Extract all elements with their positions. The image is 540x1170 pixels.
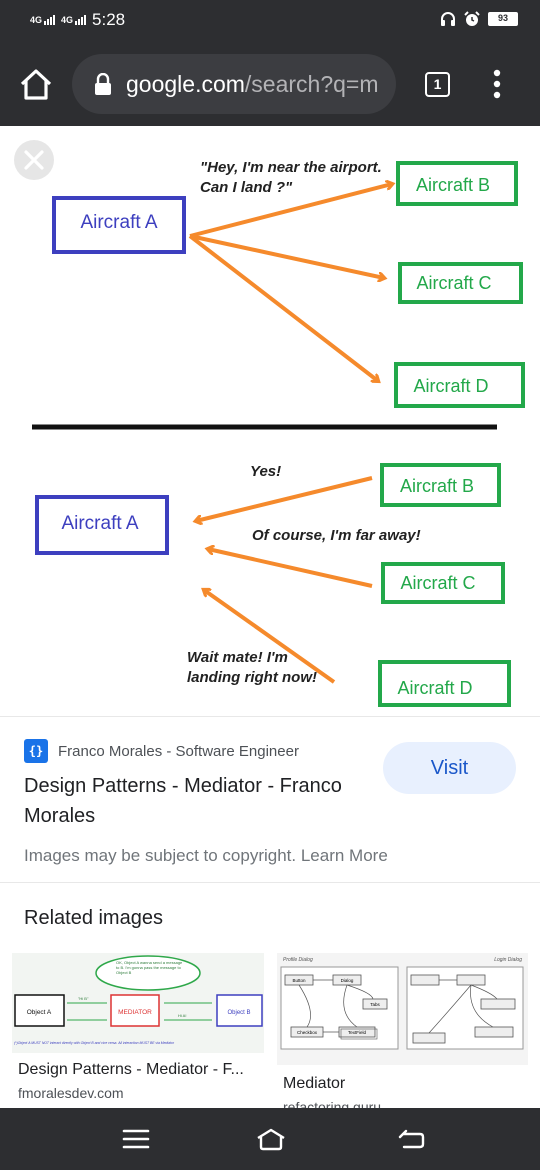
related-thumb-1-image: OK, Object A wanna send a message to B. … (14, 955, 263, 1045)
url-path: /search?q=m (244, 70, 379, 97)
top-aircraft-c-label: Aircraft C (416, 273, 491, 293)
thumb-1-object-a: Object A (27, 1009, 52, 1016)
tab-switcher-icon[interactable]: 1 (425, 72, 450, 97)
system-nav-bar (0, 1108, 540, 1170)
copyright-notice[interactable]: Images may be subject to copyright. Lear… (24, 846, 388, 866)
thumb-1-hi-b: "Hi B" (78, 996, 89, 1001)
top-aircraft-d-label: Aircraft D (413, 376, 488, 396)
reply-c-text: Of course, I'm far away! (252, 527, 421, 544)
image-viewer: "Hey, I'm near the airport. Can I land ?… (0, 126, 540, 716)
thumb-2-checkbox: Checkbox (297, 1030, 318, 1035)
site-favicon-icon: {} (24, 739, 48, 763)
thumb-2-left-caption: Profile Dialog (283, 957, 313, 963)
alarm-icon (464, 11, 480, 26)
related-thumb-2-image: Profile Dialog Login Dialog Button Dialo… (280, 957, 524, 1050)
headphones-icon (441, 12, 455, 26)
thumb-2-dialog: Dialog (341, 978, 354, 983)
close-button[interactable] (14, 140, 54, 180)
bottom-aircraft-d-label: Aircraft D (397, 678, 472, 698)
url-bar[interactable]: google.com/search?q=m (72, 54, 396, 114)
mediator-diagram-image: "Hey, I'm near the airport. Can I land ?… (32, 159, 525, 707)
reply-d-text-line-2: landing right now! (187, 669, 317, 686)
signal-icon-2: 4G (61, 15, 87, 25)
home-nav-icon[interactable] (255, 1127, 287, 1151)
result-title[interactable]: Design Patterns - Mediator - Franco Mora… (24, 771, 354, 831)
status-bar: 4G 4G 5:28 93 (0, 0, 540, 42)
battery-icon: 93 (488, 12, 518, 26)
thumb-2-textfield: TextField (348, 1030, 367, 1035)
image-result-info: {} Franco Morales - Software Engineer De… (0, 716, 540, 882)
bottom-aircraft-c-label: Aircraft C (400, 573, 475, 593)
more-vert-icon[interactable] (490, 69, 504, 99)
thumb-2-tabs: Tabs (370, 1002, 380, 1007)
thumb-1-mediator: MEDIATOR (118, 1009, 152, 1016)
home-icon[interactable] (18, 66, 54, 102)
lock-icon (95, 73, 111, 95)
related-thumb-1[interactable]: OK, Object A wanna send a message to B. … (12, 953, 264, 1053)
recents-menu-icon[interactable] (122, 1127, 150, 1151)
related-images: Related images OK, Object A wanna send a… (0, 882, 540, 1108)
related-heading: Related images (24, 907, 163, 929)
top-message-line-2: Can I land ?" (200, 179, 293, 196)
battery-level: 93 (497, 13, 508, 23)
bottom-aircraft-a-label: Aircraft A (61, 513, 138, 534)
tab-count: 1 (433, 76, 442, 92)
related-thumb-2[interactable]: Profile Dialog Login Dialog Button Dialo… (277, 953, 528, 1065)
network-type-1: 4G (30, 15, 43, 25)
bottom-arrow-from-c (208, 549, 373, 588)
related-item-2-source: refactoring.guru (283, 1099, 382, 1108)
close-icon (24, 150, 44, 170)
thumb-1-object-b: Object B (227, 1010, 250, 1016)
reply-b-text: Yes! (250, 463, 281, 480)
status-left: 4G 4G 5:28 (30, 10, 125, 30)
source-row[interactable]: {} Franco Morales - Software Engineer (24, 739, 299, 763)
network-type-2: 4G (61, 15, 74, 25)
reply-d-text-line-1: Wait mate! I'm (187, 649, 288, 666)
back-icon[interactable] (398, 1127, 426, 1151)
thumb-1-bubble-text: OK, Object A wanna send a message to B. … (116, 960, 183, 975)
top-aircraft-b-label: Aircraft B (416, 175, 490, 195)
source-name: Franco Morales - Software Engineer (58, 742, 299, 760)
related-item-2-title[interactable]: Mediator (283, 1075, 345, 1093)
url-host: google.com (126, 70, 245, 97)
thumb-1-hi-a: Hi A! (178, 1013, 186, 1018)
browser-toolbar: google.com/search?q=m 1 (0, 42, 540, 126)
status-right: 93 (440, 11, 518, 27)
thumb-2-right-caption: Login Dialog (494, 957, 522, 963)
visit-button[interactable]: Visit (383, 742, 516, 794)
related-item-1-source: fmoralesdev.com (18, 1085, 124, 1101)
thumb-2-button: Button (292, 978, 306, 983)
clock: 5:28 (92, 10, 126, 29)
bottom-aircraft-b-label: Aircraft B (400, 476, 474, 496)
bottom-arrow-from-b (196, 476, 373, 521)
thumb-1-footer: (*)Object A MUST NOT interact directly w… (14, 1041, 174, 1045)
top-message-line-1: "Hey, I'm near the airport. (200, 159, 382, 176)
screen: 4G 4G 5:28 93 google.com /search?q=m 1 "… (0, 0, 540, 1170)
related-item-1-title[interactable]: Design Patterns - Mediator - F... (18, 1061, 244, 1079)
signal-icon: 4G (30, 15, 56, 25)
top-aircraft-a-label: Aircraft A (80, 212, 157, 233)
